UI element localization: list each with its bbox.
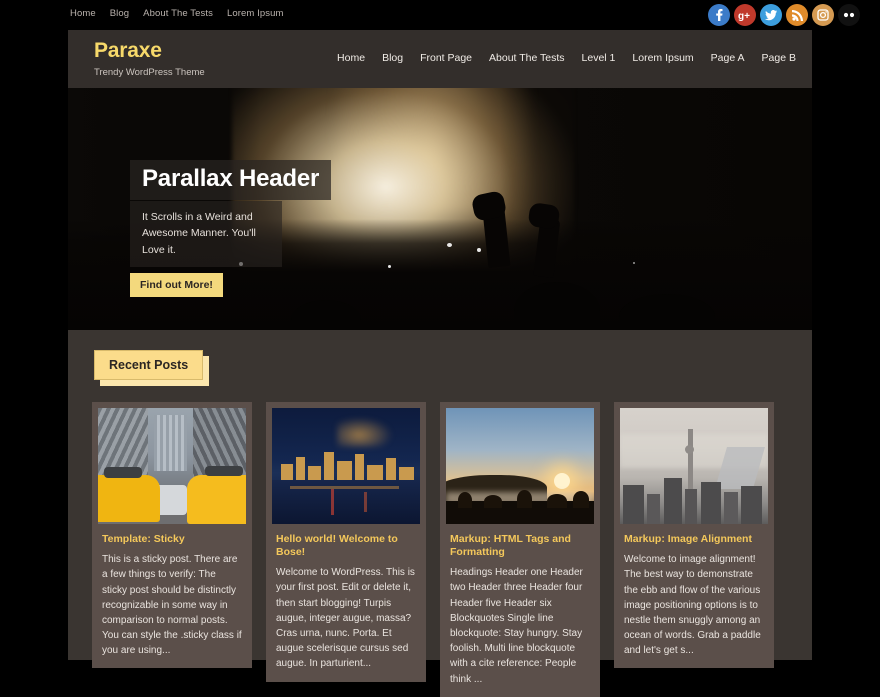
site-header: Paraxe Trendy WordPress Theme Home Blog … — [68, 30, 812, 88]
facebook-icon[interactable] — [708, 4, 730, 26]
main-content: Recent Posts Template: Sticky This is a — [68, 330, 812, 697]
post-card[interactable]: Hello world! Welcome to Bose! Welcome to… — [266, 402, 426, 682]
hero-text-block: Parallax Header It Scrolls in a Weird an… — [130, 160, 332, 297]
post-thumbnail-night-city-skyline-over-water[interactable] — [272, 408, 420, 524]
svg-text:g+: g+ — [738, 11, 750, 21]
post-card[interactable]: Markup: HTML Tags and Formatting Heading… — [440, 402, 600, 697]
post-title[interactable]: Hello world! Welcome to Bose! — [276, 533, 416, 559]
hero-title: Parallax Header — [130, 160, 332, 200]
post-excerpt: Welcome to WordPress. This is your first… — [276, 567, 415, 670]
post-excerpt: Headings Header one Header two Header th… — [450, 567, 583, 685]
post-excerpt: Welcome to image alignment! The best way… — [624, 554, 761, 657]
post-thumbnail-new-york-street-with-yellow-taxis[interactable] — [98, 408, 246, 524]
instagram-icon[interactable] — [812, 4, 834, 26]
post-title[interactable]: Template: Sticky — [102, 533, 242, 546]
nav-item-blog[interactable]: Blog — [382, 52, 403, 64]
post-card[interactable]: Markup: Image Alignment Welcome to image… — [614, 402, 774, 669]
post-title[interactable]: Markup: HTML Tags and Formatting — [450, 533, 590, 559]
top-bar: Home Blog About The Tests Lorem Ipsum g+ — [0, 0, 880, 30]
nav-item-front-page[interactable]: Front Page — [420, 52, 472, 64]
social-links: g+ — [708, 4, 860, 26]
top-nav-item-blog[interactable]: Blog — [110, 8, 129, 19]
post-excerpt: This is a sticky post. There are a few t… — [102, 554, 242, 657]
nav-item-lorem-ipsum[interactable]: Lorem Ipsum — [632, 52, 693, 64]
post-card[interactable]: Template: Sticky This is a sticky post. … — [92, 402, 252, 669]
nav-item-about-the-tests[interactable]: About The Tests — [489, 52, 565, 64]
recent-posts-heading: Recent Posts — [94, 350, 210, 386]
nav-item-page-b[interactable]: Page B — [762, 52, 796, 64]
rss-icon[interactable] — [786, 4, 808, 26]
parallax-hero: Parallax Header It Scrolls in a Weird an… — [68, 88, 812, 330]
nav-item-level-1[interactable]: Level 1 — [582, 52, 616, 64]
more-icon[interactable] — [838, 4, 860, 26]
branding[interactable]: Paraxe Trendy WordPress Theme — [94, 39, 205, 78]
post-thumbnail-hazy-aerial-view-of-city[interactable] — [620, 408, 768, 524]
nav-item-home[interactable]: Home — [337, 52, 365, 64]
post-thumbnail-mountain-sunrise-above-fog[interactable] — [446, 408, 594, 524]
post-title[interactable]: Markup: Image Alignment — [624, 533, 764, 546]
page-container: Paraxe Trendy WordPress Theme Home Blog … — [68, 30, 812, 697]
find-out-more-button[interactable]: Find out More! — [130, 272, 223, 297]
top-nav-item-lorem-ipsum[interactable]: Lorem Ipsum — [227, 8, 284, 19]
google-plus-icon[interactable]: g+ — [734, 4, 756, 26]
top-navigation: Home Blog About The Tests Lorem Ipsum — [70, 8, 284, 19]
nav-item-page-a[interactable]: Page A — [711, 52, 745, 64]
recent-posts-grid: Template: Sticky This is a sticky post. … — [92, 402, 788, 697]
site-title[interactable]: Paraxe — [94, 39, 205, 63]
hero-subtitle: It Scrolls in a Weird and Awesome Manner… — [130, 201, 282, 267]
twitter-icon[interactable] — [760, 4, 782, 26]
main-navigation: Home Blog Front Page About The Tests Lev… — [337, 52, 796, 64]
site-tagline: Trendy WordPress Theme — [94, 67, 205, 78]
recent-posts-label: Recent Posts — [94, 350, 204, 380]
top-nav-item-about-the-tests[interactable]: About The Tests — [143, 8, 213, 19]
top-nav-item-home[interactable]: Home — [70, 8, 96, 19]
